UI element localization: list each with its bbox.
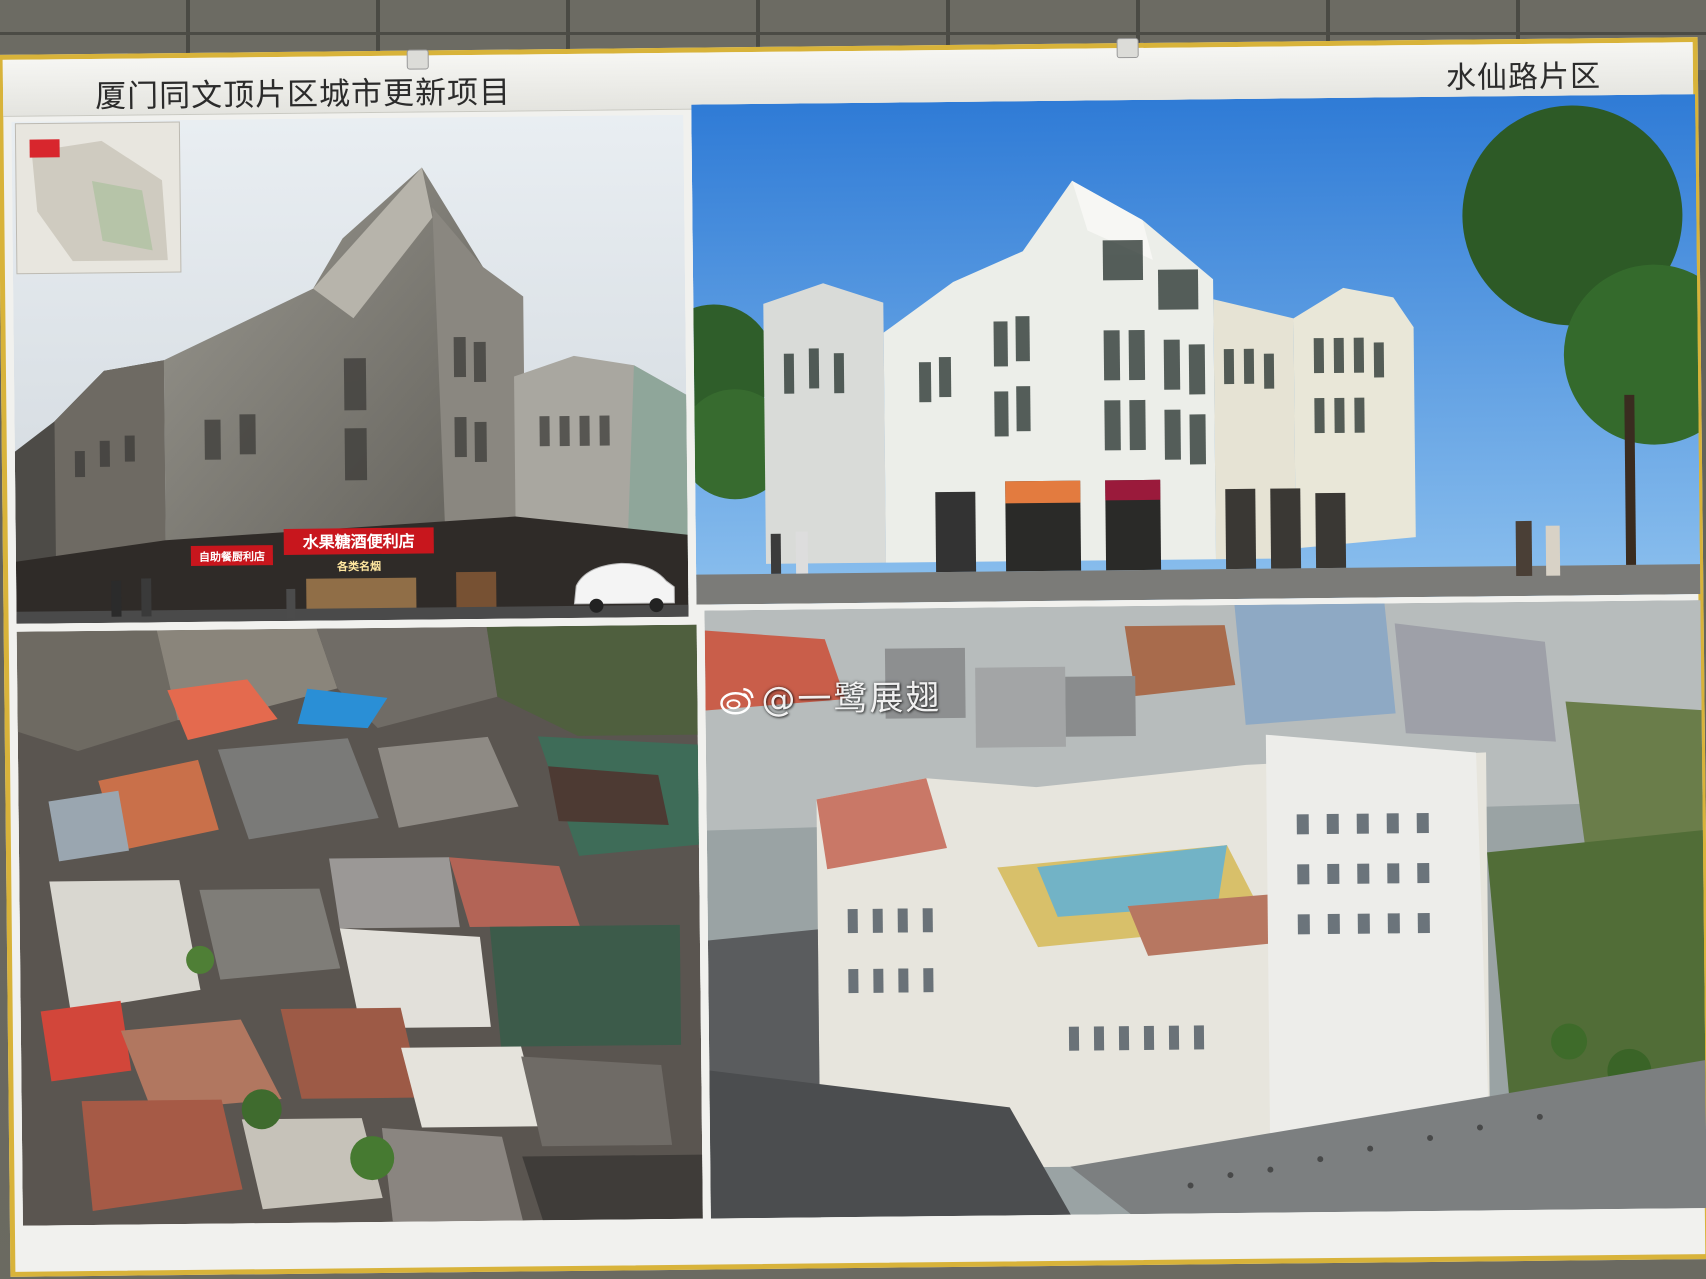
photo-existing-street: 水果糖酒便利店 各类名烟 自助餐厨利店 [11, 114, 689, 624]
weibo-watermark: @一鹭展翅 [719, 670, 942, 721]
district-label: 水仙路片区 [1445, 59, 1602, 96]
exhibition-poster-board: 厦门同文顶片区城市更新项目 水仙路片区 水果糖酒便利店 各类名烟 自助餐厨利店 … [0, 37, 1706, 1277]
shop-sign-left: 自助餐厨利店 [199, 549, 265, 564]
board-clip [406, 49, 429, 70]
shop-sign-sub: 各类名烟 [336, 559, 381, 573]
photo-existing-aerial [16, 624, 703, 1226]
photo-renovation-render-street [691, 94, 1701, 605]
watermark-text: @一鹭展翅 [761, 678, 942, 720]
photo-scene: 厦门同文顶片区城市更新项目 水仙路片区 水果糖酒便利店 各类名烟 自助餐厨利店 … [0, 0, 1706, 1279]
board-clip [1116, 37, 1139, 59]
weibo-logo-icon [720, 687, 754, 715]
shop-sign-main: 水果糖酒便利店 [303, 532, 415, 552]
poster-title: 厦门同文顶片区城市更新项目 [94, 74, 512, 115]
